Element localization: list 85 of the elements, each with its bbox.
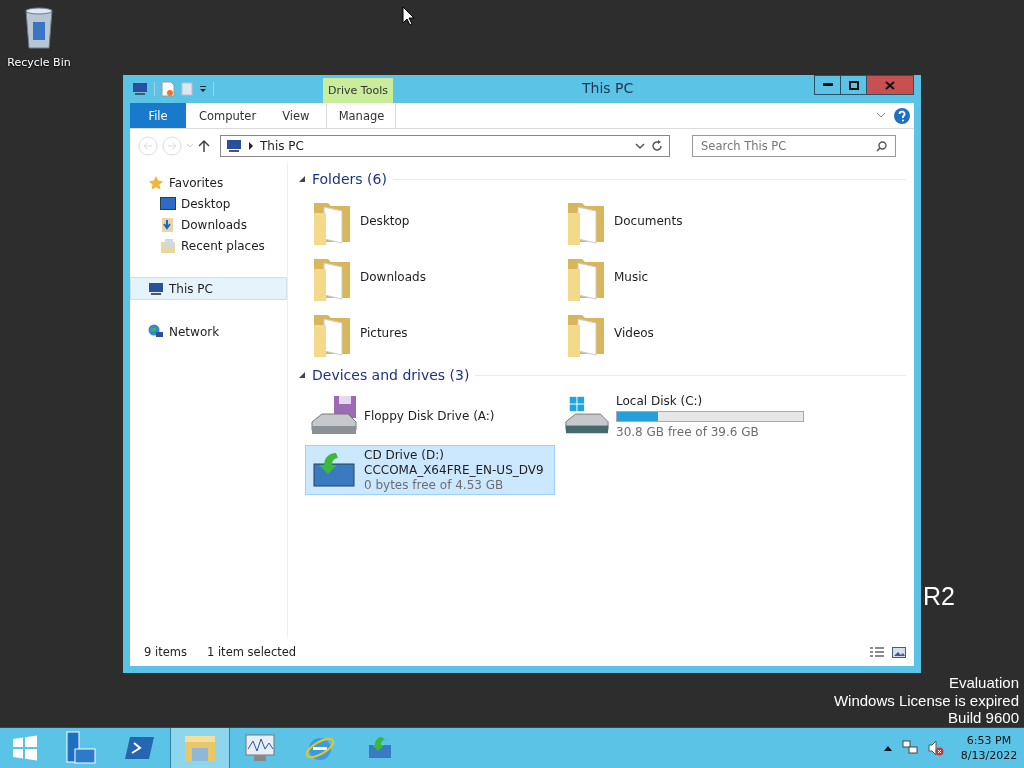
item-name: Local Disk (C:) (616, 393, 704, 408)
folder-item[interactable]: Music (559, 251, 809, 303)
close-button[interactable] (866, 75, 914, 95)
desktop-watermark: Evaluation (948, 674, 1019, 692)
minimize-icon (822, 83, 833, 87)
details-view-icon[interactable] (870, 646, 884, 658)
search-icon (876, 141, 887, 152)
free-space: 0 bytes free of 4.53 GB (364, 478, 505, 492)
ribbon-tab[interactable]: File (130, 103, 186, 128)
computer-icon[interactable] (132, 82, 148, 96)
cd-drive-icon (310, 450, 358, 490)
item-name: Floppy Disk Drive (A:) (364, 409, 495, 423)
window-title: This PC (582, 80, 634, 96)
item-name: CD Drive (D:) (364, 448, 445, 462)
close-icon (885, 80, 895, 90)
cd-drive-icon (367, 736, 393, 760)
search-field[interactable]: Search This PC (692, 135, 896, 157)
maximize-button[interactable] (840, 75, 867, 95)
item-name: Desktop (360, 214, 410, 228)
item-name: Music (614, 270, 649, 284)
computer-icon (226, 139, 242, 153)
folder-item[interactable]: Pictures (305, 307, 555, 359)
item-name: Pictures (360, 326, 408, 340)
nav-item[interactable]: Network (130, 321, 287, 342)
taskbar-button[interactable] (170, 728, 230, 768)
properties-icon[interactable] (161, 81, 175, 97)
address-bar[interactable]: This PC (220, 135, 670, 157)
network-status-icon[interactable] (902, 740, 918, 756)
large-icons-view-icon[interactable] (892, 646, 906, 658)
expand-ribbon-icon[interactable] (876, 112, 886, 119)
nav-item[interactable]: Favorites (130, 172, 287, 193)
help-icon[interactable] (894, 107, 910, 124)
desktop-watermark: Build 9600 (948, 709, 1019, 727)
volume-muted-icon[interactable] (928, 740, 944, 756)
desktop-icon-label[interactable]: Recycle Bin (7, 56, 71, 69)
nav-item[interactable]: Recent places (130, 235, 287, 256)
recycle-bin-icon[interactable] (22, 6, 56, 50)
breadcrumb-arrow-icon[interactable] (248, 142, 254, 150)
item-count: 9 items (144, 645, 187, 659)
free-space: 30.8 GB free of 39.6 GB (616, 424, 760, 439)
drive-item[interactable]: CD Drive (D:) CCCOMA_X64FRE_EN-US_DV9 0 bytes free of 4.53 GB (305, 445, 555, 495)
desktop-watermark: Windows License is expired (833, 691, 1019, 709)
star-icon (148, 174, 164, 191)
performance-monitor-icon (244, 733, 276, 763)
folder-item[interactable]: Documents (559, 195, 809, 247)
windows-logo-icon (12, 735, 38, 761)
collapse-icon[interactable] (298, 371, 306, 379)
selection-count: 1 item selected (206, 645, 297, 659)
ribbon-tab[interactable]: Manage (326, 103, 397, 128)
folder-item[interactable]: Downloads (305, 251, 555, 303)
nav-item[interactable]: This PC (130, 277, 287, 300)
group-header[interactable]: Folders (6) (312, 171, 387, 187)
breadcrumb-item[interactable]: This PC (260, 139, 304, 153)
clock-time[interactable]: 6:53 PM (966, 733, 1012, 748)
collapse-icon[interactable] (298, 175, 306, 183)
desktop-watermark: R2 (923, 582, 955, 611)
recent-places-icon (160, 237, 176, 254)
drive-item[interactable]: Floppy Disk Drive (A:) (305, 391, 555, 441)
computer-icon (148, 281, 164, 296)
group-header[interactable]: Devices and drives (3) (312, 367, 470, 383)
folder-item[interactable]: Videos (559, 307, 809, 359)
powershell-icon (125, 735, 155, 761)
desktop-icon (160, 197, 176, 210)
mouse-cursor-icon (402, 6, 414, 26)
server-manager-icon (63, 731, 97, 765)
drive-item[interactable]: Local Disk (C:) 30.8 GB free of 39.6 GB (559, 391, 809, 441)
nav-item[interactable]: Downloads (130, 214, 287, 235)
item-name: Documents (614, 214, 683, 228)
dropdown-icon[interactable] (635, 142, 645, 150)
refresh-icon[interactable] (651, 140, 663, 152)
up-arrow-icon[interactable] (198, 139, 210, 153)
item-name: Downloads (360, 270, 426, 284)
item-name: Videos (614, 326, 654, 340)
folder-icon (183, 733, 217, 763)
show-hidden-icons-icon[interactable] (884, 745, 892, 751)
minimize-button[interactable] (814, 75, 841, 95)
clock-date[interactable]: 8/13/2022 (960, 748, 1018, 763)
network-icon (148, 324, 164, 339)
folder-item[interactable]: Desktop (305, 195, 555, 247)
dropdown-icon[interactable] (199, 85, 207, 93)
maximize-icon (848, 80, 859, 90)
volume-label: CCCOMA_X64FRE_EN-US_DV9 (364, 463, 544, 477)
nav-item[interactable]: Desktop (130, 193, 287, 214)
downloads-icon (160, 216, 176, 233)
context-tab-header: Drive Tools (323, 78, 393, 103)
